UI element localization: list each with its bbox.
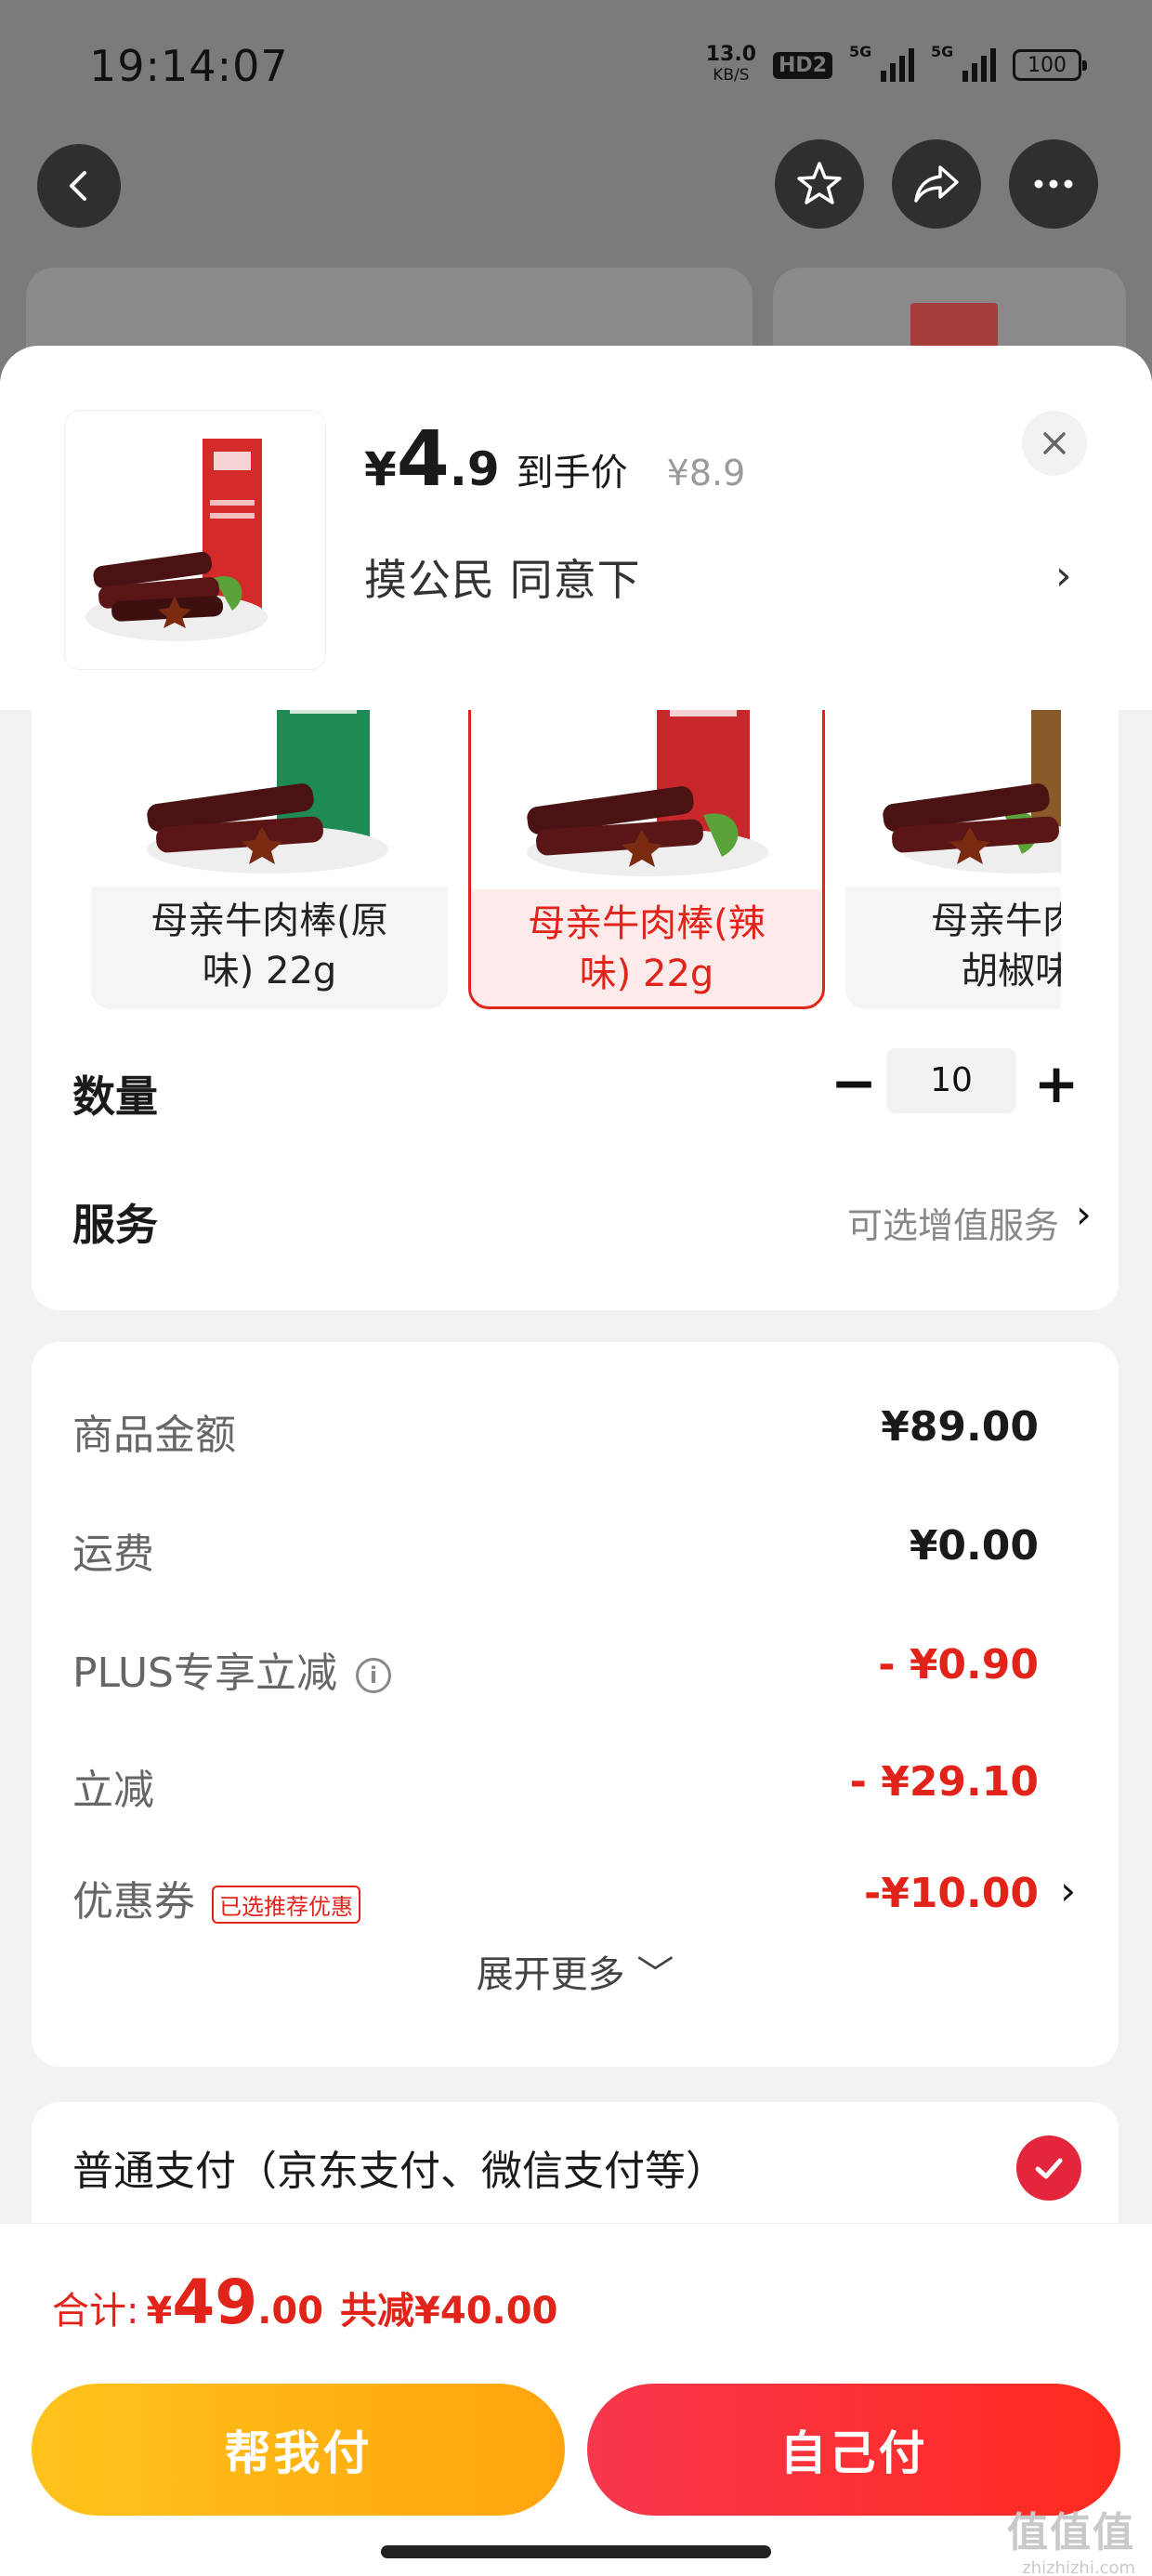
product-image bbox=[65, 411, 325, 669]
variant-pepper-flavor[interactable]: 母亲牛肉棒 胡椒味) bbox=[845, 710, 1061, 1009]
variant-label: 母亲牛肉棒(原 味) 22g bbox=[151, 900, 388, 992]
checkmark-icon[interactable] bbox=[1016, 2136, 1081, 2201]
quantity-decrease-button[interactable]: − bbox=[821, 1046, 886, 1121]
sheet-header: ¥ 4 .9 到手价 ¥8.9 摸公民 同意下 › bbox=[0, 346, 1152, 710]
variant-image bbox=[845, 710, 1061, 887]
status-bar: 19:14:07 13.0 KB/S HD2 5G 5G 100 bbox=[0, 0, 1152, 139]
price-detail-card: 商品金额 ¥89.00 运费 ¥0.00 PLUS专享立减 i - ¥0.90 立… bbox=[32, 1342, 1119, 2067]
price-symbol: ¥ bbox=[364, 442, 397, 496]
battery-icon: 100 bbox=[1013, 49, 1087, 81]
options-card: 母亲牛肉棒(原 味) 22g 母亲牛肉棒(辣 味) 22g 母亲牛 胡椒味 数量… bbox=[32, 710, 1119, 1310]
coupon-badge: 已选推荐优惠 bbox=[212, 1885, 360, 1924]
more-button[interactable] bbox=[1009, 139, 1098, 229]
signal-strength-icon-2: 5G bbox=[931, 43, 996, 82]
more-icon bbox=[1034, 179, 1073, 189]
chevron-right-icon: › bbox=[1060, 1868, 1076, 1913]
price-decimal: .9 bbox=[449, 442, 500, 496]
total-saved: 共减¥40.00 bbox=[340, 2290, 558, 2333]
watermark: 值值值 zhizhizhi.com bbox=[1007, 2509, 1135, 2576]
chevron-right-icon[interactable]: › bbox=[1055, 552, 1072, 599]
price-row-plus-discount: PLUS专享立减 i - ¥0.90 bbox=[72, 1641, 1039, 1697]
variant-image bbox=[471, 710, 822, 889]
variant-image bbox=[91, 710, 448, 887]
price-row-coupon[interactable]: 优惠券 已选推荐优惠 -¥10.00 › bbox=[72, 1868, 1076, 1933]
variant-original-flavor[interactable]: 母亲牛肉棒(原 味) 22g bbox=[91, 710, 448, 1009]
star-icon bbox=[797, 162, 842, 204]
expand-more-button[interactable]: 展开更多 ﹀ bbox=[32, 1944, 1119, 1998]
variant-label: 母亲牛肉棒 胡椒味) bbox=[931, 900, 1061, 992]
variant-list: 母亲牛肉棒(原 味) 22g 母亲牛肉棒(辣 味) 22g 母亲牛 胡椒味 bbox=[32, 710, 1061, 1013]
price-row-goods-amount: 商品金额 ¥89.00 bbox=[72, 1403, 1039, 1459]
original-price: ¥8.9 bbox=[666, 453, 746, 493]
close-icon bbox=[1043, 432, 1066, 454]
price-integer: 4 bbox=[396, 415, 450, 504]
price-row-shipping: 运费 ¥0.00 bbox=[72, 1522, 1039, 1578]
price-row: ¥ 4 .9 到手价 ¥8.9 bbox=[364, 422, 745, 498]
variant-label: 母亲牛肉棒(辣 味) 22g bbox=[528, 902, 766, 995]
info-icon[interactable]: i bbox=[356, 1658, 391, 1693]
hd-voice-badge: HD2 bbox=[773, 51, 832, 79]
status-time: 19:14:07 bbox=[89, 41, 289, 91]
service-label: 服务 bbox=[72, 1200, 158, 1250]
home-indicator[interactable] bbox=[381, 2545, 771, 2558]
final-price-tag: 到手价 bbox=[516, 452, 628, 494]
price-row-instant-discount: 立减 - ¥29.10 bbox=[72, 1758, 1039, 1814]
signal-strength-icon: 5G bbox=[849, 43, 914, 82]
selected-spec[interactable]: 摸公民 同意下 bbox=[364, 546, 641, 608]
chevron-right-icon[interactable]: › bbox=[1076, 1191, 1092, 1237]
quantity-increase-button[interactable]: + bbox=[1024, 1046, 1089, 1121]
payment-method-label: 普通支付（京东支付、微信支付等） bbox=[72, 2148, 727, 2195]
variant-spicy-flavor[interactable]: 母亲牛肉棒(辣 味) 22g bbox=[468, 710, 825, 1009]
back-button[interactable] bbox=[37, 144, 121, 228]
pay-myself-button[interactable]: 自己付 bbox=[587, 2384, 1120, 2516]
checkout-bar: 合计: ¥ 49 .00 共减¥40.00 帮我付 自己付 值值值 zhizhi… bbox=[0, 2223, 1152, 2576]
quantity-input[interactable] bbox=[886, 1048, 1016, 1113]
quantity-label: 数量 bbox=[72, 1071, 158, 1122]
share-button[interactable] bbox=[892, 139, 981, 229]
share-icon bbox=[914, 165, 959, 203]
order-total: 合计: ¥ 49 .00 共减¥40.00 bbox=[52, 2267, 558, 2338]
favorite-button[interactable] bbox=[775, 139, 864, 229]
close-button[interactable] bbox=[1022, 411, 1087, 476]
help-me-pay-button[interactable]: 帮我付 bbox=[32, 2384, 565, 2516]
chevron-left-icon bbox=[70, 171, 86, 201]
status-indicators: 13.0 KB/S HD2 5G 5G 100 bbox=[705, 43, 1087, 85]
network-speed: 13.0 KB/S bbox=[705, 43, 757, 85]
service-value[interactable]: 可选增值服务 bbox=[847, 1197, 1059, 1248]
